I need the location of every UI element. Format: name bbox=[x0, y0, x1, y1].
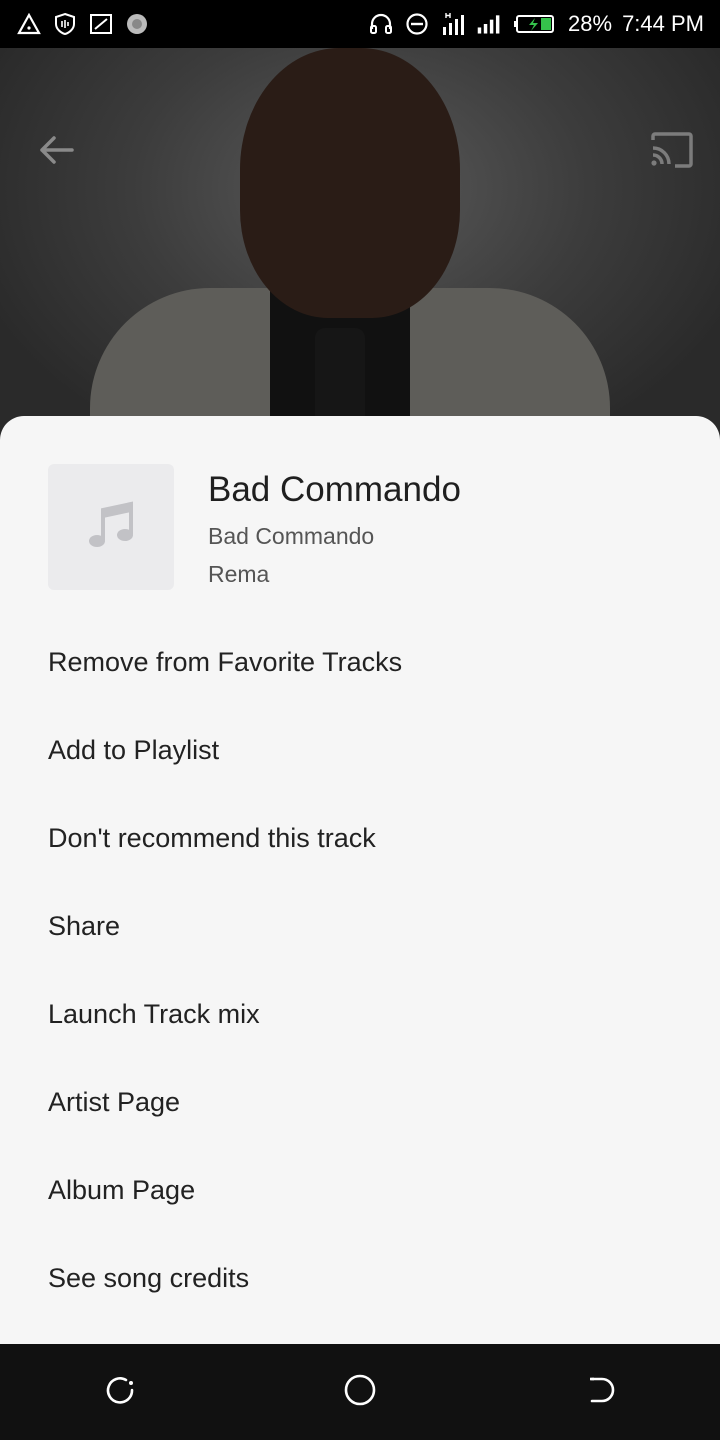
menu-item-add-to-playlist[interactable]: Add to Playlist bbox=[0, 706, 720, 794]
track-header: Bad Commando Bad Commando Rema bbox=[48, 464, 672, 592]
home-circle-icon bbox=[343, 1373, 377, 1412]
warning-triangle-icon bbox=[16, 11, 42, 37]
menu-item-album-page[interactable]: Album Page bbox=[0, 1146, 720, 1234]
track-album: Bad Commando bbox=[208, 523, 375, 549]
track-info: Bad Commando Bad Commando Rema bbox=[208, 470, 461, 588]
mobile-data-signal-icon bbox=[440, 11, 466, 37]
menu-item-song-credits[interactable]: See song credits bbox=[0, 1234, 720, 1322]
menu-item-launch-track-mix[interactable]: Launch Track mix bbox=[0, 970, 720, 1058]
shield-icon bbox=[52, 11, 78, 37]
back-nav-button[interactable] bbox=[570, 1362, 630, 1422]
battery-charging-icon bbox=[512, 11, 558, 37]
system-navigation-bar bbox=[0, 1344, 720, 1440]
signal-strength-icon bbox=[476, 11, 502, 37]
track-options-menu: Remove from Favorite Tracks Add to Playl… bbox=[0, 618, 720, 1322]
cast-icon bbox=[649, 131, 695, 174]
track-artist: Rema bbox=[208, 561, 270, 587]
loading-circle-icon bbox=[124, 11, 150, 37]
battery-percentage: 28% bbox=[568, 11, 613, 36]
recent-apps-button[interactable] bbox=[90, 1362, 150, 1422]
back-button[interactable] bbox=[34, 130, 78, 174]
backdrop-figure-head bbox=[240, 48, 460, 318]
menu-item-artist-page[interactable]: Artist Page bbox=[0, 1058, 720, 1146]
clock: 7:44 PM bbox=[622, 11, 704, 36]
status-left-icons bbox=[16, 11, 150, 37]
do-not-disturb-icon bbox=[404, 11, 430, 37]
cast-button[interactable] bbox=[648, 130, 696, 174]
arrow-left-icon bbox=[38, 134, 74, 171]
recent-apps-icon bbox=[104, 1374, 136, 1411]
music-note-icon bbox=[88, 500, 134, 555]
screenshot-icon bbox=[88, 11, 114, 37]
artist-backdrop-image bbox=[0, 48, 720, 448]
status-bar: 28% 7:44 PM bbox=[0, 0, 720, 48]
track-title: Bad Commando bbox=[208, 470, 461, 509]
headphones-icon bbox=[368, 11, 394, 37]
track-options-sheet: Bad Commando Bad Commando Rema Remove fr… bbox=[0, 416, 720, 1344]
menu-item-dont-recommend[interactable]: Don't recommend this track bbox=[0, 794, 720, 882]
track-cover bbox=[48, 464, 174, 590]
menu-item-remove-favorite[interactable]: Remove from Favorite Tracks bbox=[0, 618, 720, 706]
home-button[interactable] bbox=[330, 1362, 390, 1422]
back-nav-icon bbox=[584, 1374, 616, 1411]
status-right-icons: 28% 7:44 PM bbox=[368, 11, 704, 37]
menu-item-share[interactable]: Share bbox=[0, 882, 720, 970]
